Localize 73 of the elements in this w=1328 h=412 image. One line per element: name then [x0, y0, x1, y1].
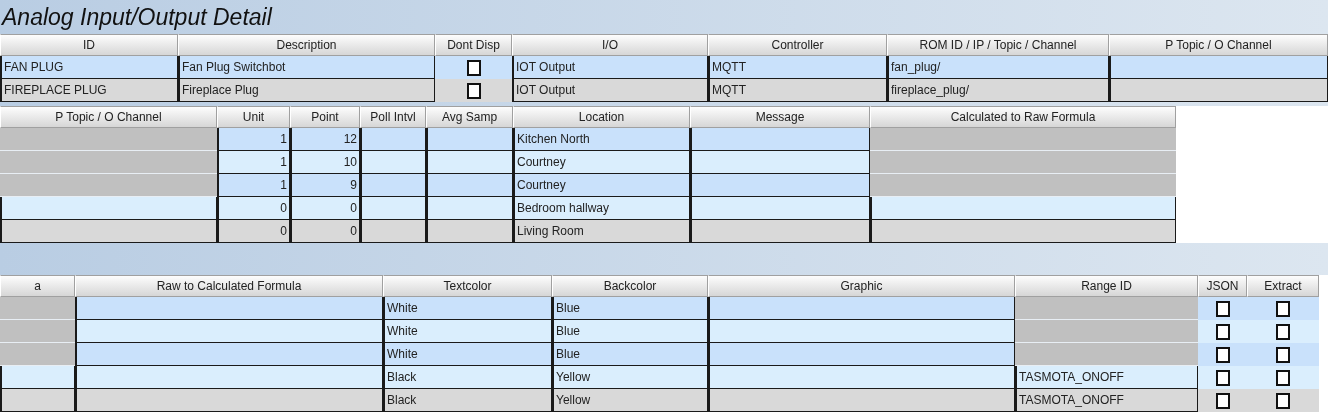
table-cell: 1	[217, 128, 290, 151]
table-cell: MQTT	[708, 56, 887, 79]
table-cell: Fan Plug Switchbot	[178, 56, 435, 79]
checkbox[interactable]	[1276, 300, 1290, 317]
column-header[interactable]: Extract	[1247, 275, 1319, 297]
table-cell: FIREPLACE PLUG	[0, 79, 178, 102]
column-header[interactable]: Point	[290, 106, 360, 128]
column-header[interactable]: a	[0, 275, 75, 297]
table-cell: 9	[290, 174, 360, 197]
table-cell: White	[383, 297, 552, 320]
table-cell: Black	[383, 366, 552, 389]
table-cell: 1	[217, 151, 290, 174]
column-header[interactable]: Poll Intvl	[360, 106, 426, 128]
table-cell: Kitchen North	[513, 128, 690, 151]
column-header[interactable]: Textcolor	[383, 275, 552, 297]
checkbox[interactable]	[1215, 300, 1230, 317]
table-cell: FAN PLUG	[0, 56, 178, 79]
table-cell: Fireplace Plug	[178, 79, 435, 102]
checkbox[interactable]	[1276, 346, 1290, 363]
table-cell: Bedroom hallway	[513, 197, 690, 220]
table-cell: Blue	[552, 320, 708, 343]
column-header[interactable]: Graphic	[708, 275, 1015, 297]
column-header[interactable]: Range ID	[1015, 275, 1198, 297]
table-cell: 10	[290, 151, 360, 174]
checkbox[interactable]	[1276, 392, 1290, 409]
column-header[interactable]: P Topic / O Channel	[1109, 34, 1328, 56]
column-header[interactable]: Controller	[708, 34, 887, 56]
column-header[interactable]: Raw to Calculated Formula	[75, 275, 383, 297]
column-header[interactable]: I/O	[512, 34, 708, 56]
column-header[interactable]: ROM ID / IP / Topic / Channel	[887, 34, 1109, 56]
checkbox[interactable]	[1276, 369, 1290, 386]
column-header[interactable]: P Topic / O Channel	[0, 106, 217, 128]
column-header[interactable]: Calculated to Raw Formula	[870, 106, 1176, 128]
column-header[interactable]: ID	[0, 34, 178, 56]
column-header[interactable]: Avg Samp	[426, 106, 513, 128]
table-cell: Courtney	[513, 151, 690, 174]
column-header[interactable]: Dont Disp	[435, 34, 512, 56]
table-cell: Blue	[552, 343, 708, 366]
table-cell: 12	[290, 128, 360, 151]
table-cell: Courtney	[513, 174, 690, 197]
table-cell: IOT Output	[512, 56, 708, 79]
table-cell: 1	[217, 174, 290, 197]
column-header[interactable]: Location	[513, 106, 690, 128]
table-cell: Living Room	[513, 220, 690, 243]
table-cell: Yellow	[552, 389, 708, 412]
table-cell: fireplace_plug/	[887, 79, 1109, 102]
column-header[interactable]: Description	[178, 34, 435, 56]
table-cell: TASMOTA_ONOFF	[1015, 366, 1198, 389]
checkbox[interactable]	[1215, 346, 1230, 363]
column-header[interactable]: JSON	[1198, 275, 1247, 297]
checkbox[interactable]	[1276, 323, 1290, 340]
table-cell: IOT Output	[512, 79, 708, 102]
table-cell: Black	[383, 389, 552, 412]
form-title: Analog Input/Output Detail	[0, 3, 272, 31]
checkbox[interactable]	[1215, 392, 1230, 409]
table-cell: White	[383, 343, 552, 366]
table-cell: 0	[217, 197, 290, 220]
table-cell: 0	[217, 220, 290, 243]
column-header[interactable]: Message	[690, 106, 870, 128]
table-cell: Yellow	[552, 366, 708, 389]
column-header[interactable]: Backcolor	[552, 275, 708, 297]
table-cell: 0	[290, 197, 360, 220]
table-cell: Blue	[552, 297, 708, 320]
column-header[interactable]: Unit	[217, 106, 290, 128]
checkbox[interactable]	[466, 59, 481, 76]
table-cell: MQTT	[708, 79, 887, 102]
checkbox[interactable]	[1215, 323, 1230, 340]
checkbox[interactable]	[466, 82, 481, 99]
checkbox[interactable]	[1215, 369, 1230, 386]
table-cell: TASMOTA_ONOFF	[1015, 389, 1198, 412]
table-cell: fan_plug/	[887, 56, 1109, 79]
table-cell: 0	[290, 220, 360, 243]
table-cell: White	[383, 320, 552, 343]
